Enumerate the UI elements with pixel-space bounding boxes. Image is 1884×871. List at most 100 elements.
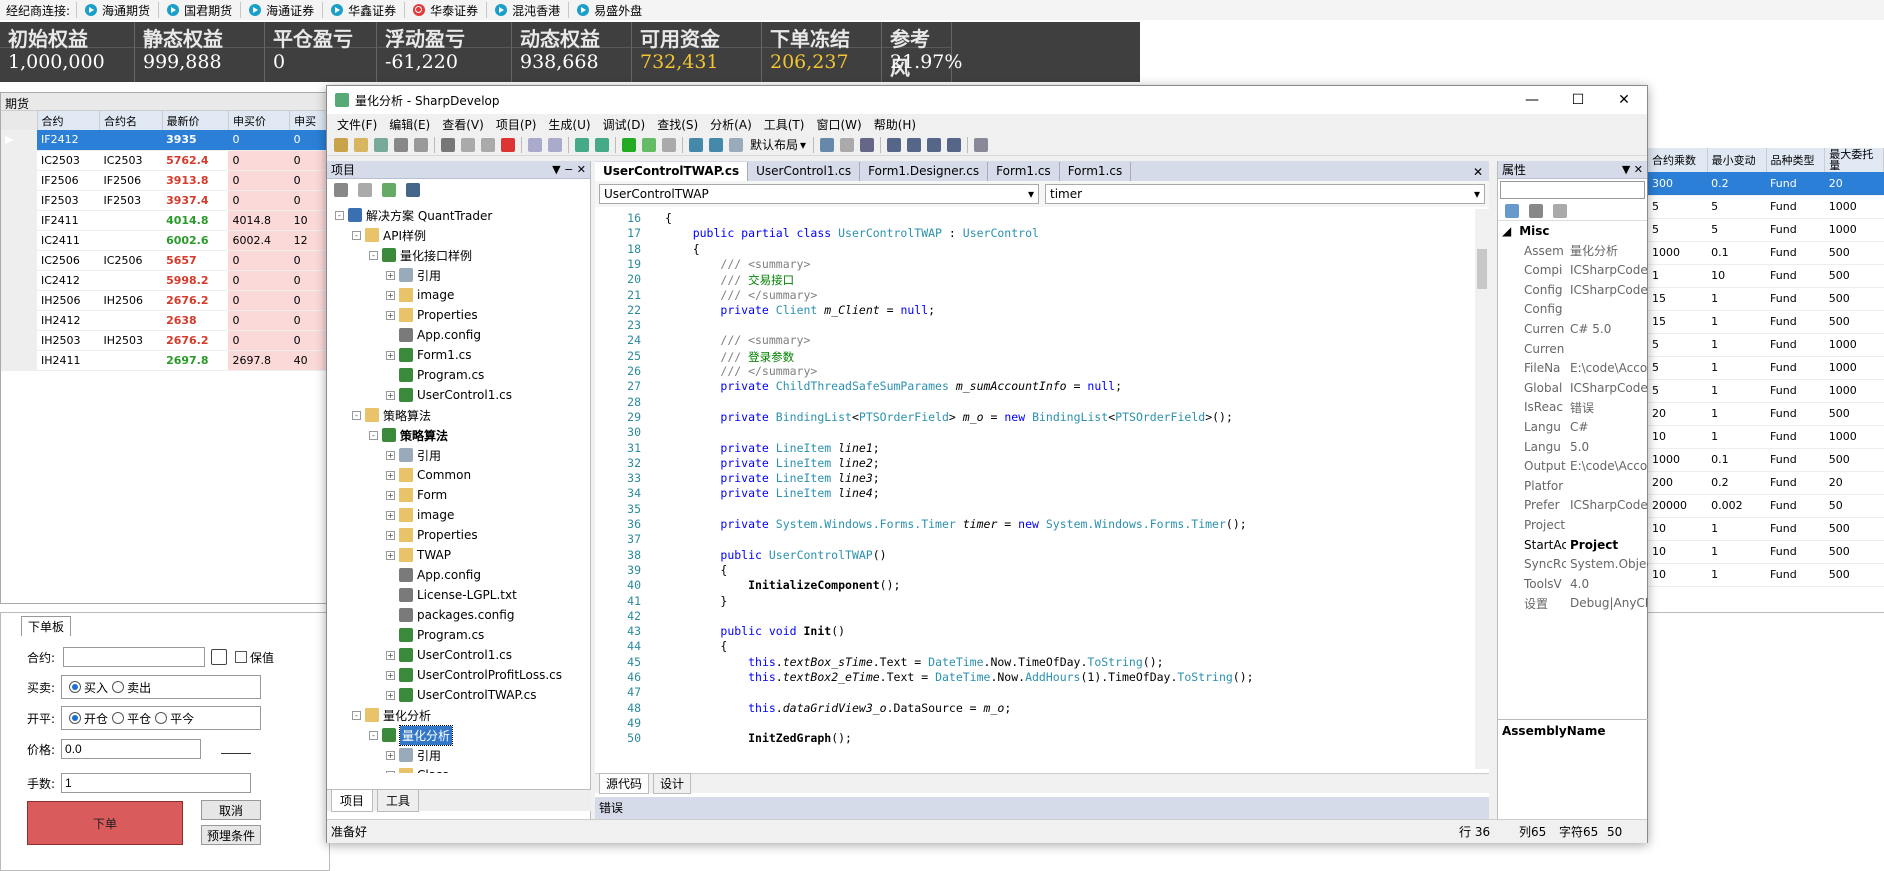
run-icon[interactable] <box>622 137 636 152</box>
property-row[interactable]: Curren <box>1498 339 1648 358</box>
tree-node[interactable]: + 引用 <box>386 445 441 465</box>
pane-pin-icon[interactable]: ▼ ✕ <box>1622 163 1643 176</box>
table-row[interactable]: 5 5 Fund 1000 <box>1648 195 1884 219</box>
contract-input[interactable] <box>63 647 206 667</box>
table-row[interactable]: 15 1 Fund 500 <box>1648 310 1884 334</box>
broker-6[interactable]: 易盛外盘 <box>568 2 650 18</box>
tree-node[interactable]: + Form1.cs <box>386 345 472 365</box>
maximize-icon[interactable]: ☐ <box>1555 92 1601 108</box>
document-tab[interactable]: Form1.cs <box>1060 162 1132 181</box>
tree-node[interactable]: Program.cs <box>386 365 484 385</box>
tree-node[interactable]: - 量化分析 <box>352 705 431 725</box>
preset-condition-button[interactable]: 预埋条件 <box>201 825 261 845</box>
show-all-icon[interactable] <box>406 183 420 197</box>
redo-icon[interactable] <box>548 137 562 152</box>
collapse-icon[interactable]: ◢ <box>1502 224 1511 238</box>
hedge-checkbox[interactable] <box>235 651 248 663</box>
menu-item[interactable]: 分析(A) <box>704 116 758 133</box>
menu-item[interactable]: 工具(T) <box>758 116 811 133</box>
cancel-button[interactable]: 取消 <box>201 800 261 820</box>
table-row[interactable]: 200 0.2 Fund 20 <box>1648 471 1884 495</box>
expand-icon[interactable]: + <box>386 310 395 320</box>
code-area[interactable]: 16 {17 public partial class UserControlTW… <box>595 209 1475 769</box>
paste-icon[interactable] <box>481 137 495 152</box>
tree-node[interactable]: App.config <box>386 565 481 585</box>
expand-icon[interactable]: + <box>386 670 395 680</box>
property-row[interactable]: Platfor <box>1498 476 1648 495</box>
table-row[interactable]: IF2411 4014.8 4014.8 10 <box>1 210 331 231</box>
table-row[interactable]: 1000 0.1 Fund 500 <box>1648 448 1884 472</box>
tree-node[interactable]: License-LGPL.txt <box>386 585 517 605</box>
open-icon[interactable] <box>354 137 368 152</box>
step-over-icon[interactable] <box>689 137 703 152</box>
column-header[interactable]: 最新价 <box>162 111 229 130</box>
broker-3[interactable]: 华鑫证券 <box>322 2 404 18</box>
property-row[interactable]: Project <box>1498 515 1648 534</box>
table-row[interactable]: IF2506 IF2506 3913.8 0 0 <box>1 170 331 191</box>
build-icon[interactable] <box>575 137 589 152</box>
tree-node[interactable]: + Form <box>386 485 447 505</box>
editor-view-tab[interactable]: 设计 <box>653 773 692 794</box>
table-row[interactable]: 20 1 Fund 500 <box>1648 402 1884 426</box>
submit-order-button[interactable]: 下单 <box>27 801 183 845</box>
tree-node[interactable]: packages.config <box>386 605 514 625</box>
save-all-icon[interactable] <box>414 137 428 152</box>
expand-icon[interactable]: + <box>386 550 395 560</box>
property-pages-icon[interactable] <box>1553 203 1567 218</box>
menu-item[interactable]: 查看(V) <box>436 116 490 133</box>
table-row[interactable]: IH2411 2697.8 2697.8 40 <box>1 350 331 371</box>
new-icon[interactable] <box>334 137 348 152</box>
close-icon[interactable]: ✕ <box>1601 92 1647 108</box>
table-row[interactable]: IC2503 IC2503 5762.4 0 0 <box>1 150 331 171</box>
tree-node[interactable]: + 引用 <box>386 265 441 285</box>
property-row[interactable]: Curren C# 5.0 <box>1498 319 1648 338</box>
search-icon[interactable] <box>211 649 228 665</box>
property-row[interactable]: Output E:\code\Acco <box>1498 457 1648 476</box>
table-row[interactable]: 5 1 Fund 1000 <box>1648 379 1884 403</box>
property-row[interactable]: Config ICSharpCode <box>1498 280 1648 299</box>
tree-node[interactable]: - 策略算法 <box>352 405 431 425</box>
column-header[interactable]: 合约乘数 <box>1648 148 1708 172</box>
open-radio[interactable] <box>69 712 82 724</box>
table-row[interactable]: 1 10 Fund 500 <box>1648 264 1884 288</box>
tree-node[interactable]: + UserControlProfitLoss.cs <box>386 665 562 685</box>
tree-node[interactable]: Program.cs <box>386 625 484 645</box>
buy-radio[interactable] <box>69 681 82 693</box>
table-row[interactable]: 15 1 Fund 500 <box>1648 287 1884 311</box>
collapse-icon[interactable] <box>358 183 372 197</box>
sell-radio[interactable] <box>112 681 125 693</box>
menu-item[interactable]: 编辑(E) <box>383 116 436 133</box>
expand-icon[interactable]: + <box>386 450 395 460</box>
column-header[interactable]: 申买价 <box>228 111 291 130</box>
save-icon[interactable] <box>394 137 408 152</box>
member-combo[interactable]: timer ▾ <box>1045 184 1485 204</box>
editor-vscrollbar[interactable] <box>1475 209 1489 769</box>
broker-0[interactable]: 海通期货 <box>76 2 158 18</box>
column-header[interactable]: 合约名 <box>99 111 163 130</box>
qty-stepper[interactable] <box>61 773 252 793</box>
copy-icon[interactable] <box>461 137 475 152</box>
tree-node[interactable]: + image <box>386 285 454 305</box>
column-header[interactable]: 合约 <box>37 111 101 130</box>
tree-node[interactable]: + UserControl1.cs <box>386 385 512 405</box>
step-into-icon[interactable] <box>709 137 723 152</box>
property-row[interactable]: ToolsV 4.0 <box>1498 574 1648 593</box>
table-row[interactable]: 300 0.2 Fund 20 <box>1648 172 1884 196</box>
table-row[interactable]: IH2506 IH2506 2676.2 0 0 <box>1 290 331 311</box>
menu-item[interactable]: 生成(U) <box>542 116 596 133</box>
property-row[interactable]: Assem 量化分析 <box>1498 241 1648 260</box>
table-row[interactable]: 10 1 Fund 1000 <box>1648 425 1884 449</box>
tree-node[interactable]: - 策略算法 <box>369 425 448 445</box>
cut-icon[interactable] <box>441 137 455 152</box>
tree-node[interactable]: + UserControlTWAP.cs <box>386 685 537 705</box>
column-header[interactable]: 最小变动 <box>1707 148 1767 172</box>
editor-view-tab[interactable]: 源代码 <box>599 773 650 794</box>
document-tab[interactable]: UserControl1.cs <box>748 162 861 181</box>
tree-node[interactable]: - 量化分析 <box>369 724 454 746</box>
property-row[interactable]: SyncRc System.Object <box>1498 555 1648 574</box>
expand-icon[interactable]: + <box>386 650 395 660</box>
table-row[interactable]: 10 1 Fund 500 <box>1648 563 1884 587</box>
expand-icon[interactable]: + <box>386 530 395 540</box>
property-row[interactable]: StartAc Project <box>1498 535 1648 554</box>
tree-node[interactable]: - API样例 <box>352 225 426 245</box>
